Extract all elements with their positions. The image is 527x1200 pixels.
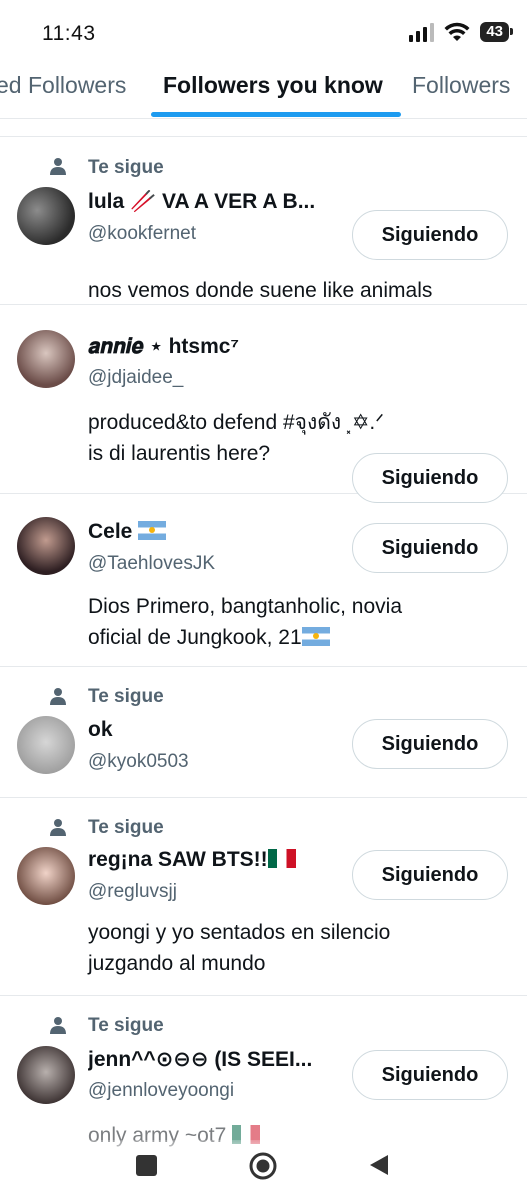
user-handle[interactable]: @kookfernet <box>88 223 196 245</box>
user-bio: nos vemos donde suene like animals <box>88 279 433 302</box>
follows-you-label: Te sigue <box>88 817 164 838</box>
status-icons: 43 <box>409 22 513 42</box>
signal-icon <box>409 22 435 42</box>
following-button[interactable]: Siguiendo <box>352 523 508 573</box>
user-bio-line: yoongi y yo sentados en silencio <box>88 921 391 944</box>
battery-icon: 43 <box>480 22 513 42</box>
follows-you-label: Te sigue <box>88 1015 164 1036</box>
follows-you-label: Te sigue <box>88 686 164 707</box>
person-icon <box>50 158 66 175</box>
recent-apps-button[interactable] <box>136 1155 157 1176</box>
user-name[interactable]: ok <box>88 718 113 742</box>
user-bio: produced&to defend #จุงดัง ⸼✡︎.ᐟ is di l… <box>88 407 508 469</box>
person-icon <box>50 1017 66 1034</box>
following-button[interactable]: Siguiendo <box>352 1050 508 1100</box>
mexico-flag-icon <box>267 849 296 868</box>
user-bio-line: oficial de Jungkook, 21 <box>88 622 508 653</box>
user-handle[interactable]: @jdjaidee_ <box>88 367 183 389</box>
avatar[interactable] <box>17 1046 75 1104</box>
avatar[interactable] <box>17 716 75 774</box>
back-button[interactable] <box>368 1153 390 1177</box>
argentina-flag-icon <box>301 627 330 646</box>
avatar[interactable] <box>17 517 75 575</box>
avatar[interactable] <box>17 847 75 905</box>
following-button[interactable]: Siguiendo <box>352 719 508 769</box>
user-bio-line: juzgando al mundo <box>88 952 266 975</box>
user-name[interactable]: Cele <box>88 520 167 544</box>
following-button[interactable]: Siguiendo <box>352 850 508 900</box>
person-icon <box>50 819 66 836</box>
user-bio-line: is di laurentis here? <box>88 442 271 465</box>
avatar[interactable] <box>17 330 75 388</box>
tab-bar: ed Followers Followers you know Follower… <box>0 62 527 119</box>
status-bar: 11:43 43 <box>0 0 527 62</box>
user-bio: Dios Primero, bangtanholic, novia oficia… <box>88 591 508 653</box>
follows-you-label: Te sigue <box>88 157 164 178</box>
wifi-icon <box>444 22 470 41</box>
user-handle[interactable]: @jennloveyoongi <box>88 1080 234 1102</box>
argentina-flag-icon <box>138 521 167 540</box>
user-bio-line: Dios Primero, bangtanholic, novia <box>88 595 402 618</box>
user-name[interactable]: jenn^^⊙⊖⊖ (IS SEEI... <box>88 1047 312 1072</box>
user-cell[interactable]: Cele @TaehlovesJK Siguiendo Dios Primero… <box>0 493 527 667</box>
user-name[interactable]: reg¡na SAW BTS!! <box>88 848 296 872</box>
user-handle[interactable]: @kyok0503 <box>88 751 189 773</box>
active-tab-indicator <box>151 112 401 117</box>
tab-followers-you-know[interactable]: Followers you know <box>163 72 383 99</box>
user-name[interactable]: 𝒂𝒏𝒏𝒊𝒆 ⋆ htsmc⁷ <box>88 334 239 359</box>
user-handle[interactable]: @TaehlovesJK <box>88 553 215 575</box>
system-navigation-bar <box>0 1140 527 1200</box>
user-bio-line: produced&to defend #จุงดัง ⸼✡︎.ᐟ <box>88 411 385 434</box>
user-cell[interactable]: Te sigue ok @kyok0503 Siguiendo <box>0 666 527 798</box>
home-button[interactable] <box>248 1151 278 1181</box>
user-cell[interactable]: Te sigue reg¡na SAW BTS!! @regluvsjj Sig… <box>0 797 527 996</box>
person-icon <box>50 688 66 705</box>
user-bio: yoongi y yo sentados en silencio juzgand… <box>88 917 508 979</box>
tab-followers[interactable]: Followers <box>412 72 510 99</box>
tab-verified-followers[interactable]: ed Followers <box>0 72 126 99</box>
following-button[interactable]: Siguiendo <box>352 210 508 260</box>
status-time: 11:43 <box>42 22 96 45</box>
avatar[interactable] <box>17 187 75 245</box>
user-handle[interactable]: @regluvsjj <box>88 881 177 903</box>
user-cell[interactable]: Te sigue lula 🥢 VA A VER A B... @kookfer… <box>0 137 527 305</box>
user-cell[interactable]: 𝒂𝒏𝒏𝒊𝒆 ⋆ htsmc⁷ @jdjaidee_ Siguiendo prod… <box>0 304 527 503</box>
user-name[interactable]: lula 🥢 VA A VER A B... <box>88 190 315 214</box>
